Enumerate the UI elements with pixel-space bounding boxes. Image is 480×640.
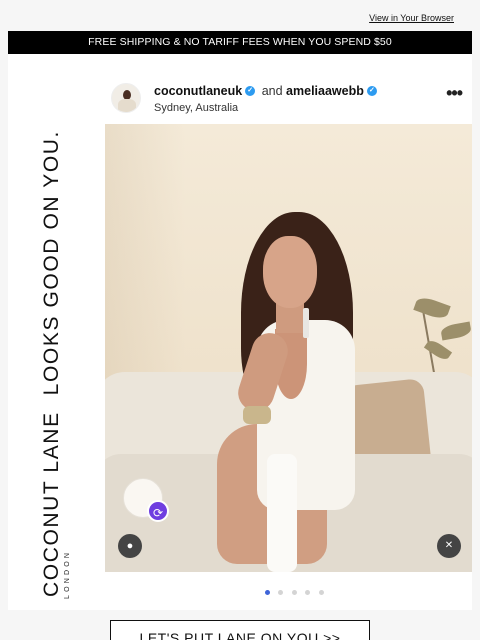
- instagram-post[interactable]: coconutlaneuk ✓ and ameliaawebb ✓ Sydney, …: [105, 75, 472, 595]
- post-photo[interactable]: ⟳ ● ✕: [105, 124, 472, 572]
- vertical-brand: COCONUT LANE LOOKS GOOD ON YOU. LONDON: [26, 82, 82, 602]
- avatar[interactable]: [111, 83, 141, 113]
- and-text: and: [261, 84, 283, 98]
- email-page: View in Your Browser FREE SHIPPING & NO …: [0, 0, 480, 640]
- carousel-dot[interactable]: [318, 590, 324, 595]
- brand-name: COCONUT LANE: [40, 411, 63, 597]
- carousel-dot[interactable]: [291, 590, 297, 595]
- more-horizontal-icon[interactable]: •••: [446, 83, 463, 104]
- username-2[interactable]: ameliaawebb: [286, 84, 364, 98]
- carousel-dots[interactable]: [265, 582, 328, 595]
- mute-icon[interactable]: ✕: [437, 534, 461, 558]
- brand-wordmark: COCONUT LANE LOOKS GOOD ON YOU.: [40, 77, 70, 597]
- username-1[interactable]: coconutlaneuk: [154, 84, 242, 98]
- cta-button[interactable]: LET'S PUT LANE ON YOU >>: [110, 620, 370, 640]
- topbar: View in Your Browser: [0, 0, 480, 30]
- carousel-dot[interactable]: [265, 590, 270, 595]
- shipping-banner[interactable]: FREE SHIPPING & NO TARIFF FEES WHEN YOU …: [8, 31, 472, 54]
- brand-tagline: LOOKS GOOD ON YOU.: [40, 130, 63, 396]
- verified-icon: ✓: [366, 85, 377, 96]
- view-in-browser-link[interactable]: View in Your Browser: [369, 13, 454, 23]
- brand-city: LONDON: [64, 549, 71, 599]
- post-usernames: coconutlaneuk ✓ and ameliaawebb ✓: [154, 84, 380, 98]
- verified-icon: ✓: [245, 85, 256, 96]
- collab-icon[interactable]: ⟳: [147, 500, 169, 522]
- tagged-user-icon[interactable]: ●: [118, 534, 142, 558]
- post-location[interactable]: Sydney, Australia: [154, 102, 238, 114]
- post-header: coconutlaneuk ✓ and ameliaawebb ✓ Sydney, …: [105, 75, 472, 123]
